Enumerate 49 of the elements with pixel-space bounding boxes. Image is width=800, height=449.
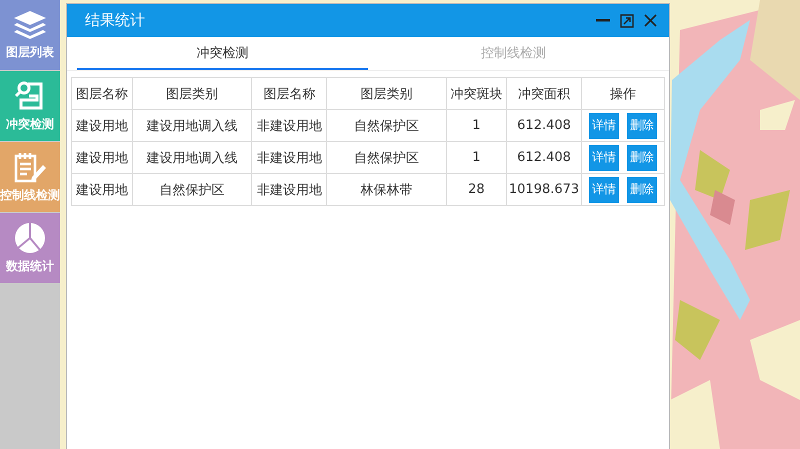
column-header: 图层名称 xyxy=(252,78,327,110)
column-header: 冲突斑块 xyxy=(446,78,506,110)
table-cell: 自然保护区 xyxy=(326,110,446,142)
sidebar-label: 控制线检测 xyxy=(0,186,60,204)
sidebar-label: 图层列表 xyxy=(6,44,54,60)
table-cell: 建设用地 xyxy=(72,174,132,206)
sidebar-item[interactable]: 图层列表 xyxy=(0,0,60,70)
table-cell: 非建设用地 xyxy=(252,174,327,206)
column-header: 图层类别 xyxy=(132,78,252,110)
table-cell: 自然保护区 xyxy=(326,142,446,174)
table-cell: 非建设用地 xyxy=(252,142,327,174)
table-cell: 28 xyxy=(446,174,506,206)
sidebar-label: 数据统计 xyxy=(6,258,54,274)
column-header: 操作 xyxy=(582,78,664,110)
sidebar-label: 冲突检测 xyxy=(6,116,54,132)
window-title: 结果统计 xyxy=(85,11,146,30)
sidebar-item[interactable]: 冲突检测 xyxy=(0,71,60,141)
notepad-pencil-icon xyxy=(13,150,47,182)
maximize-icon[interactable] xyxy=(620,14,634,28)
action-button[interactable]: 详情 xyxy=(589,176,620,202)
sidebar-item[interactable]: 控制线检测 xyxy=(0,142,60,212)
action-button[interactable]: 删除 xyxy=(627,112,658,138)
column-header: 图层名称 xyxy=(72,78,132,110)
sidebar-item[interactable]: 数据统计 xyxy=(0,213,60,283)
tab[interactable]: 冲突检测 xyxy=(77,37,368,70)
pie-chart-icon xyxy=(14,222,46,254)
action-button[interactable]: 删除 xyxy=(627,144,658,170)
action-button[interactable]: 详情 xyxy=(589,112,620,138)
minimize-icon[interactable] xyxy=(596,19,610,22)
action-button[interactable]: 详情 xyxy=(589,144,620,170)
column-header: 冲突面积 xyxy=(506,78,582,110)
close-icon[interactable] xyxy=(644,14,657,27)
tab[interactable]: 控制线检测 xyxy=(368,37,659,70)
table-cell: 建设用地 xyxy=(72,142,132,174)
table-cell: 建设用地调入线 xyxy=(132,142,252,174)
column-header: 图层类别 xyxy=(326,78,446,110)
table-cell: 1 xyxy=(446,110,506,142)
table-cell: 自然保护区 xyxy=(132,174,252,206)
table-cell: 建设用地调入线 xyxy=(132,110,252,142)
table-cell: 612.408 xyxy=(506,110,582,142)
table-cell: 建设用地 xyxy=(72,110,132,142)
table-cell: 612.408 xyxy=(506,142,582,174)
table-cell: 林保林带 xyxy=(326,174,446,206)
layers-icon xyxy=(13,10,47,40)
table-cell: 1 xyxy=(446,142,506,174)
table-cell: 非建设用地 xyxy=(252,110,327,142)
table-cell: 10198.673 xyxy=(506,174,582,206)
magnifier-document-icon xyxy=(15,80,45,112)
action-button[interactable]: 删除 xyxy=(627,176,658,202)
